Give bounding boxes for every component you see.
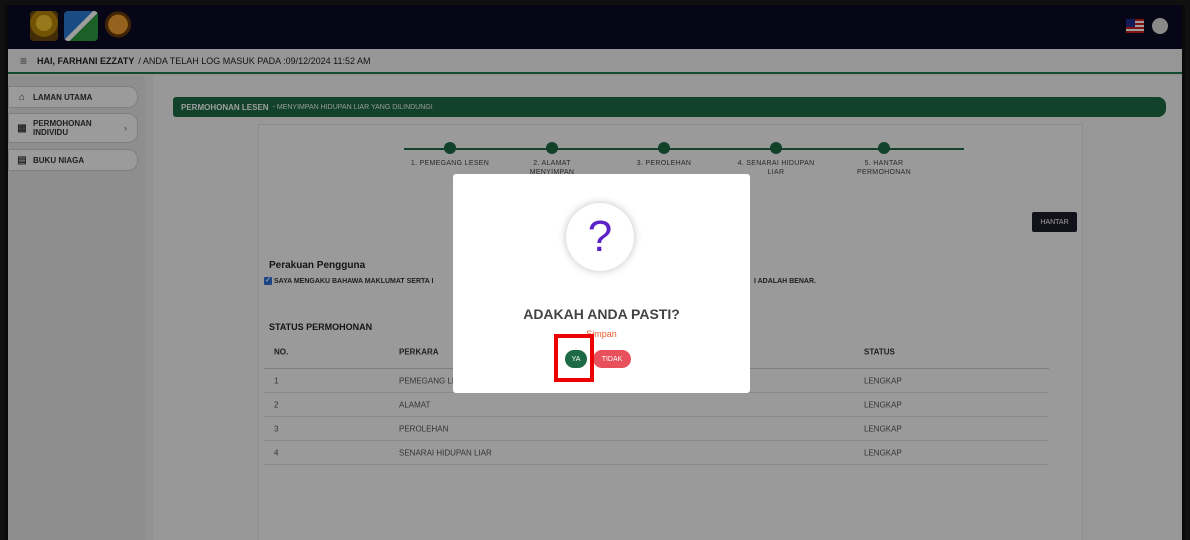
question-icon: ? — [566, 203, 634, 271]
confirm-dialog: ? ADAKAH ANDA PASTI? Simpan YA TIDAK — [453, 174, 750, 393]
highlight-box — [554, 334, 594, 382]
dialog-title: ADAKAH ANDA PASTI? — [523, 306, 680, 322]
dialog-subtitle: Simpan — [586, 329, 617, 339]
tidak-button[interactable]: TIDAK — [593, 350, 631, 368]
